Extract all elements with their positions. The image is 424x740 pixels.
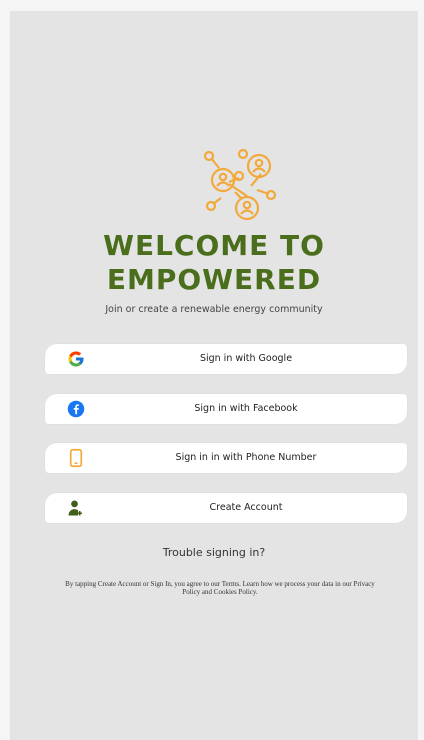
terms-text: By tapping Create Account or Sign In, yo… xyxy=(65,580,375,596)
facebook-icon xyxy=(67,400,85,418)
google-icon xyxy=(68,351,84,367)
welcome-title-line1: WELCOME TO xyxy=(103,229,325,262)
phone-signin-label: Sign in in with Phone Number xyxy=(175,452,317,463)
welcome-title-line2: EMPOWERED xyxy=(106,263,322,296)
phone-icon xyxy=(69,448,83,468)
login-screen: WELCOME TO EMPOWERED Join or create a re… xyxy=(10,11,418,740)
facebook-signin-label: Sign in with Facebook xyxy=(194,403,298,414)
trouble-signing-in-link[interactable]: Trouble signing in? xyxy=(10,546,418,559)
google-signin-button[interactable]: Sign in with Google xyxy=(45,344,407,374)
create-account-button[interactable]: Create Account xyxy=(45,493,407,523)
add-user-icon xyxy=(68,500,82,516)
google-signin-label: Sign in with Google xyxy=(199,353,293,364)
community-network-logo xyxy=(203,148,277,221)
create-account-label: Create Account xyxy=(209,502,283,513)
facebook-signin-button[interactable]: Sign in with Facebook xyxy=(45,394,407,424)
subtitle: Join or create a renewable energy commun… xyxy=(105,304,323,315)
phone-signin-button[interactable]: Sign in in with Phone Number xyxy=(45,443,407,473)
